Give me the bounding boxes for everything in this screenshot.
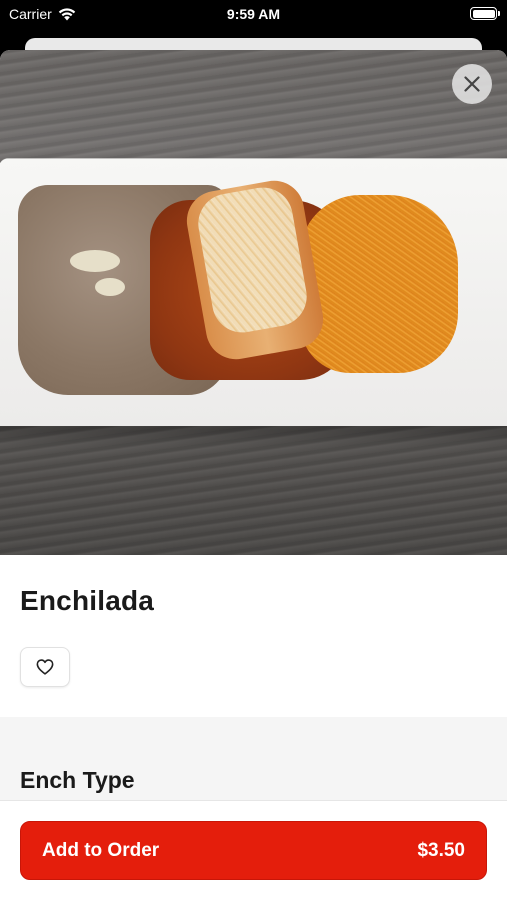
add-to-order-button[interactable]: Add to Order $3.50: [20, 821, 487, 880]
footer-bar: Add to Order $3.50: [0, 800, 507, 900]
heart-outline-icon: [36, 659, 54, 675]
add-to-order-label: Add to Order: [42, 839, 160, 861]
item-title: Enchilada: [20, 585, 155, 616]
close-icon: [464, 76, 480, 92]
status-bar: Carrier 9:59 AM: [0, 0, 507, 30]
close-button[interactable]: [452, 64, 492, 104]
cheese-dot: [70, 250, 120, 272]
item-price: $3.50: [417, 839, 465, 861]
cheese-dot: [95, 278, 125, 296]
option-group-title: Ench Type: [20, 767, 135, 793]
screen: Carrier 9:59 AM Enchilada Ench Type Add …: [0, 0, 507, 900]
item-photo: [0, 50, 507, 555]
favorite-button[interactable]: [20, 647, 70, 687]
item-details: Enchilada: [0, 555, 507, 717]
item-detail-sheet: Enchilada Ench Type: [0, 50, 507, 900]
battery-icon: [470, 7, 500, 20]
rice: [300, 195, 458, 373]
status-time: 9:59 AM: [226, 6, 281, 22]
